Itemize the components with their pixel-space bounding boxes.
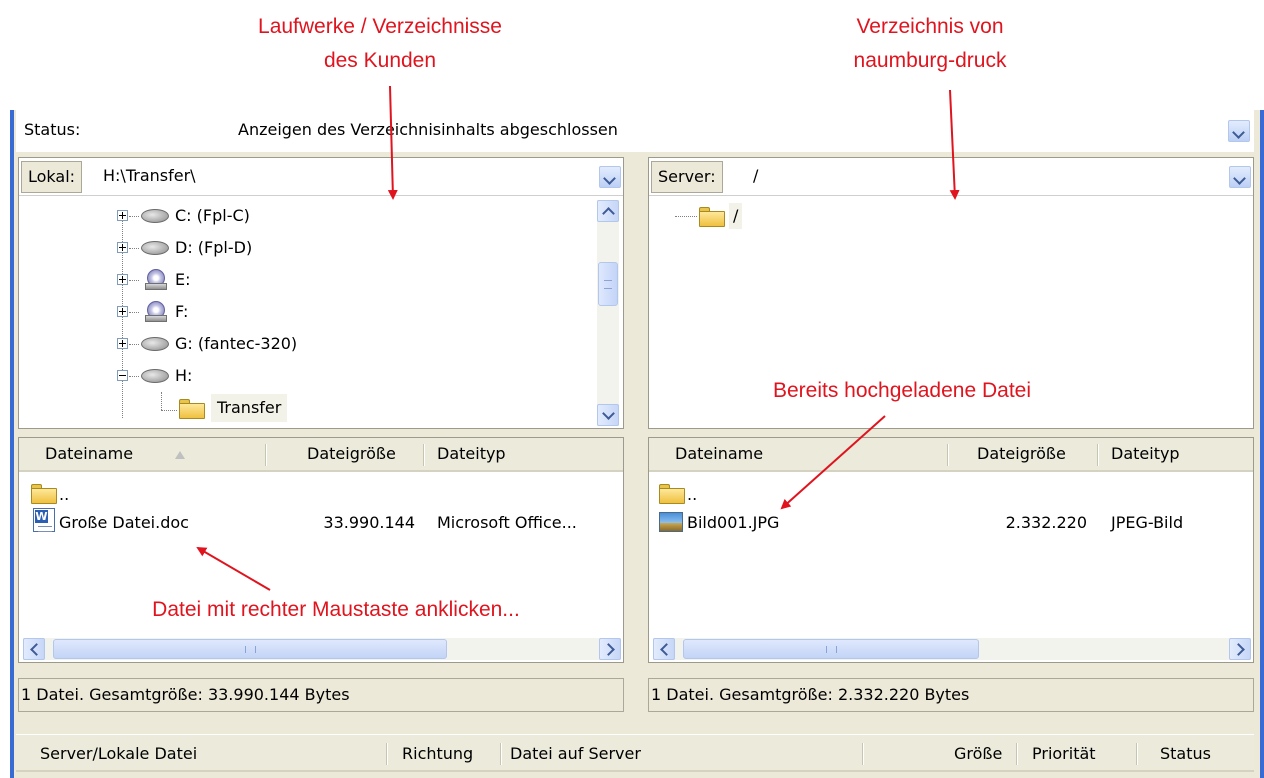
expand-icon[interactable] — [117, 242, 128, 253]
remote-path-label: Server: — [651, 161, 723, 193]
sort-ascending-icon — [175, 451, 185, 459]
column-header-status[interactable]: Status — [1160, 738, 1211, 770]
folder-icon — [179, 399, 205, 419]
word-document-icon — [33, 508, 55, 532]
scroll-left-button[interactable] — [23, 638, 45, 660]
column-header-filename[interactable]: Dateiname — [675, 438, 763, 470]
tree-item-label: E: — [175, 270, 191, 289]
cd-drive-icon — [145, 301, 167, 323]
expand-icon[interactable] — [117, 338, 128, 349]
file-name: Bild001.JPG — [687, 513, 780, 532]
annotation-right-click-hint: Datei mit rechter Maustaste anklicken... — [152, 598, 520, 621]
remote-path-dropdown-button[interactable] — [1229, 166, 1251, 188]
tree-item-label: G: (fantec-320) — [175, 334, 298, 353]
folder-icon — [31, 484, 57, 504]
status-dropdown-button[interactable] — [1228, 120, 1250, 142]
expand-icon[interactable] — [117, 210, 128, 221]
column-header-filename[interactable]: Dateiname — [45, 438, 133, 470]
hard-drive-icon — [141, 337, 169, 351]
annotation-local-line1: Laufwerke / Verzeichnisse — [258, 15, 502, 38]
scroll-thumb[interactable] — [598, 262, 618, 306]
column-header-remote-file[interactable]: Datei auf Server — [510, 738, 641, 770]
collapse-icon[interactable] — [117, 370, 128, 381]
tree-item-label: H: — [175, 366, 193, 385]
local-file-list: Dateiname Dateigröße Dateityp .. Große D… — [18, 437, 624, 663]
remote-path-input[interactable]: / — [753, 161, 1223, 193]
tree-item-drive-d[interactable]: D: (Fpl-D) — [117, 232, 597, 264]
local-tree-panel: Lokal: H:\Transfer\ C: (Fpl-C) D: (Fpl-D… — [18, 157, 624, 429]
transfer-queue-header: Server/Lokale Datei Richtung Datei auf S… — [16, 734, 1254, 772]
status-message: Anzeigen des Verzeichnisinhalts abgeschl… — [238, 120, 618, 139]
annotation-local-drives: Laufwerke / Verzeichnisse des Kunden — [190, 10, 570, 78]
tree-item-drive-f[interactable]: F: — [117, 296, 597, 328]
file-name: .. — [687, 485, 698, 504]
column-header-local-file[interactable]: Server/Lokale Datei — [40, 738, 197, 770]
file-type: JPEG-Bild — [1111, 513, 1184, 532]
folder-icon — [659, 484, 685, 504]
tree-item-label: F: — [175, 302, 189, 321]
local-path-input[interactable]: H:\Transfer\ — [103, 161, 593, 193]
hard-drive-icon — [141, 241, 169, 255]
file-size: 33.990.144 — [323, 513, 415, 532]
annotation-local-line2: des Kunden — [323, 49, 437, 72]
tree-item-drive-g[interactable]: G: (fantec-320) — [117, 328, 597, 360]
hard-drive-icon — [141, 209, 169, 223]
column-header-direction[interactable]: Richtung — [402, 738, 473, 770]
remote-status-bar: 1 Datei. Gesamtgröße: 2.332.220 Bytes — [648, 678, 1254, 712]
annotation-uploaded-file: Bereits hochgeladene Datei — [772, 379, 1031, 402]
remote-file-list: Dateiname Dateigröße Dateityp .. Bild001… — [648, 437, 1254, 663]
remote-list-scrollbar[interactable] — [653, 638, 1251, 660]
tree-item-label: / — [729, 203, 743, 229]
local-tree-scrollbar[interactable] — [597, 200, 619, 426]
local-status-bar: 1 Datei. Gesamtgröße: 33.990.144 Bytes — [18, 678, 624, 712]
local-path-dropdown-button[interactable] — [599, 166, 621, 188]
scroll-up-button[interactable] — [597, 200, 619, 222]
column-header-filesize[interactable]: Dateigröße — [977, 438, 1066, 470]
folder-icon — [699, 207, 725, 227]
remote-list-header: Dateiname Dateigröße Dateityp — [649, 438, 1253, 472]
file-type: Microsoft Office... — [437, 513, 577, 532]
local-path-bar: Lokal: H:\Transfer\ — [19, 158, 623, 196]
remote-path-bar: Server: / — [649, 158, 1253, 196]
annotation-server-line2: naumburg-druck — [853, 49, 1007, 72]
annotation-server-directory: Verzeichnis von naumburg-druck — [780, 10, 1080, 78]
scroll-right-button[interactable] — [1229, 638, 1251, 660]
status-log: Status: Anzeigen des Verzeichnisinhalts … — [16, 110, 1254, 152]
scroll-down-button[interactable] — [597, 404, 619, 426]
expand-icon[interactable] — [117, 274, 128, 285]
tree-item-root[interactable]: / — [675, 200, 875, 232]
scroll-right-button[interactable] — [599, 638, 621, 660]
image-file-icon — [659, 512, 683, 532]
tree-item-drive-e[interactable]: E: — [117, 264, 597, 296]
column-header-filetype[interactable]: Dateityp — [437, 438, 506, 470]
annotation-server-line1: Verzeichnis von — [856, 15, 1004, 38]
file-name: .. — [59, 485, 70, 504]
hard-drive-icon — [141, 369, 169, 383]
tree-item-drive-h[interactable]: H: — [117, 360, 597, 392]
column-header-priority[interactable]: Priorität — [1032, 738, 1096, 770]
cd-drive-icon — [145, 269, 167, 291]
ftp-client-window: Status: Anzeigen des Verzeichnisinhalts … — [10, 110, 1264, 778]
local-path-label: Lokal: — [21, 161, 83, 193]
local-list-header: Dateiname Dateigröße Dateityp — [19, 438, 623, 472]
column-header-size[interactable]: Größe — [954, 738, 1002, 770]
tree-item-label: Transfer — [211, 394, 288, 422]
expand-icon[interactable] — [117, 306, 128, 317]
tree-item-label: D: (Fpl-D) — [175, 238, 253, 257]
column-header-filetype[interactable]: Dateityp — [1111, 438, 1180, 470]
file-size: 2.332.220 — [1005, 513, 1087, 532]
status-label: Status: — [24, 120, 81, 139]
column-header-filesize[interactable]: Dateigröße — [307, 438, 396, 470]
tree-item-folder-transfer[interactable]: Transfer — [161, 392, 361, 424]
local-list-scrollbar[interactable] — [23, 638, 621, 660]
scroll-left-button[interactable] — [653, 638, 675, 660]
scroll-thumb[interactable] — [53, 639, 447, 659]
scroll-thumb[interactable] — [683, 639, 979, 659]
tree-item-drive-c[interactable]: C: (Fpl-C) — [117, 200, 597, 232]
tree-item-label: C: (Fpl-C) — [175, 206, 250, 225]
file-name: Große Datei.doc — [59, 513, 189, 532]
